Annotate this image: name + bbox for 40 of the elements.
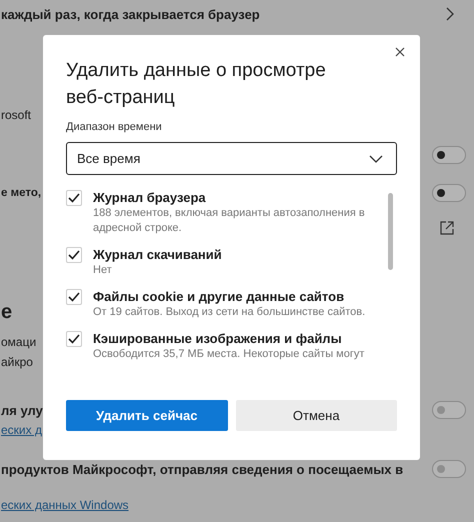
chevron-icon[interactable] bbox=[446, 7, 454, 21]
link[interactable]: еских д bbox=[1, 423, 42, 437]
checkmark-icon bbox=[68, 193, 80, 203]
dialog-title: Удалить данные о просмотре веб-страниц bbox=[66, 59, 327, 110]
checkbox[interactable] bbox=[66, 331, 82, 347]
setting-label: айкро bbox=[1, 355, 33, 369]
time-range-dropdown[interactable]: Все время bbox=[66, 142, 397, 175]
checkbox[interactable] bbox=[66, 289, 82, 305]
link[interactable]: еских данных Windows bbox=[1, 498, 129, 512]
item-description: От 19 сайтов. Выход из сети на большинстве сайтов. bbox=[93, 305, 366, 320]
setting-label: rosoft bbox=[1, 108, 32, 122]
toggle-switch[interactable] bbox=[432, 401, 466, 419]
chevron-down-icon bbox=[369, 154, 383, 162]
checkbox-label: Файлы cookie и другие данные сайтов bbox=[93, 288, 346, 305]
setting-label: каждый раз, когда закрывается браузер bbox=[1, 6, 260, 22]
checkbox[interactable] bbox=[66, 190, 82, 206]
checkbox[interactable] bbox=[66, 247, 82, 263]
checkbox-label: Журнал браузера bbox=[93, 189, 207, 206]
checkmark-icon bbox=[68, 250, 80, 260]
setting-label: ля улу bbox=[1, 402, 43, 418]
item-description: Освободится 35,7 МБ места. Некоторые сайты могут bbox=[93, 347, 364, 362]
item-description: Нет bbox=[93, 263, 113, 278]
setting-label: омаци bbox=[1, 335, 36, 349]
toggle-switch[interactable] bbox=[432, 460, 466, 478]
toggle-switch[interactable] bbox=[432, 184, 466, 202]
scrollbar[interactable] bbox=[388, 193, 393, 270]
item-description: 188 элементов, включая варианты автозаполнения в адресной строке. bbox=[93, 206, 366, 236]
setting-label: е мето, bbox=[1, 187, 42, 199]
field-label: Диапазон времени bbox=[66, 121, 163, 133]
cancel-button[interactable]: Отмена bbox=[236, 400, 397, 431]
section-heading: е bbox=[1, 300, 12, 324]
toggle-switch[interactable] bbox=[432, 146, 466, 164]
checkbox-label: Журнал скачиваний bbox=[93, 246, 222, 263]
close-icon[interactable] bbox=[395, 47, 405, 57]
checkmark-icon bbox=[68, 292, 80, 302]
setting-label: продуктов Майкрософт, отправляя сведения о посещаемых в bbox=[1, 462, 404, 476]
delete-button[interactable]: Удалить сейчас bbox=[66, 400, 228, 431]
checkmark-icon bbox=[68, 334, 80, 344]
external-link-icon[interactable] bbox=[440, 221, 454, 235]
checkbox-label: Кэшированные изображения и файлы bbox=[93, 330, 343, 347]
